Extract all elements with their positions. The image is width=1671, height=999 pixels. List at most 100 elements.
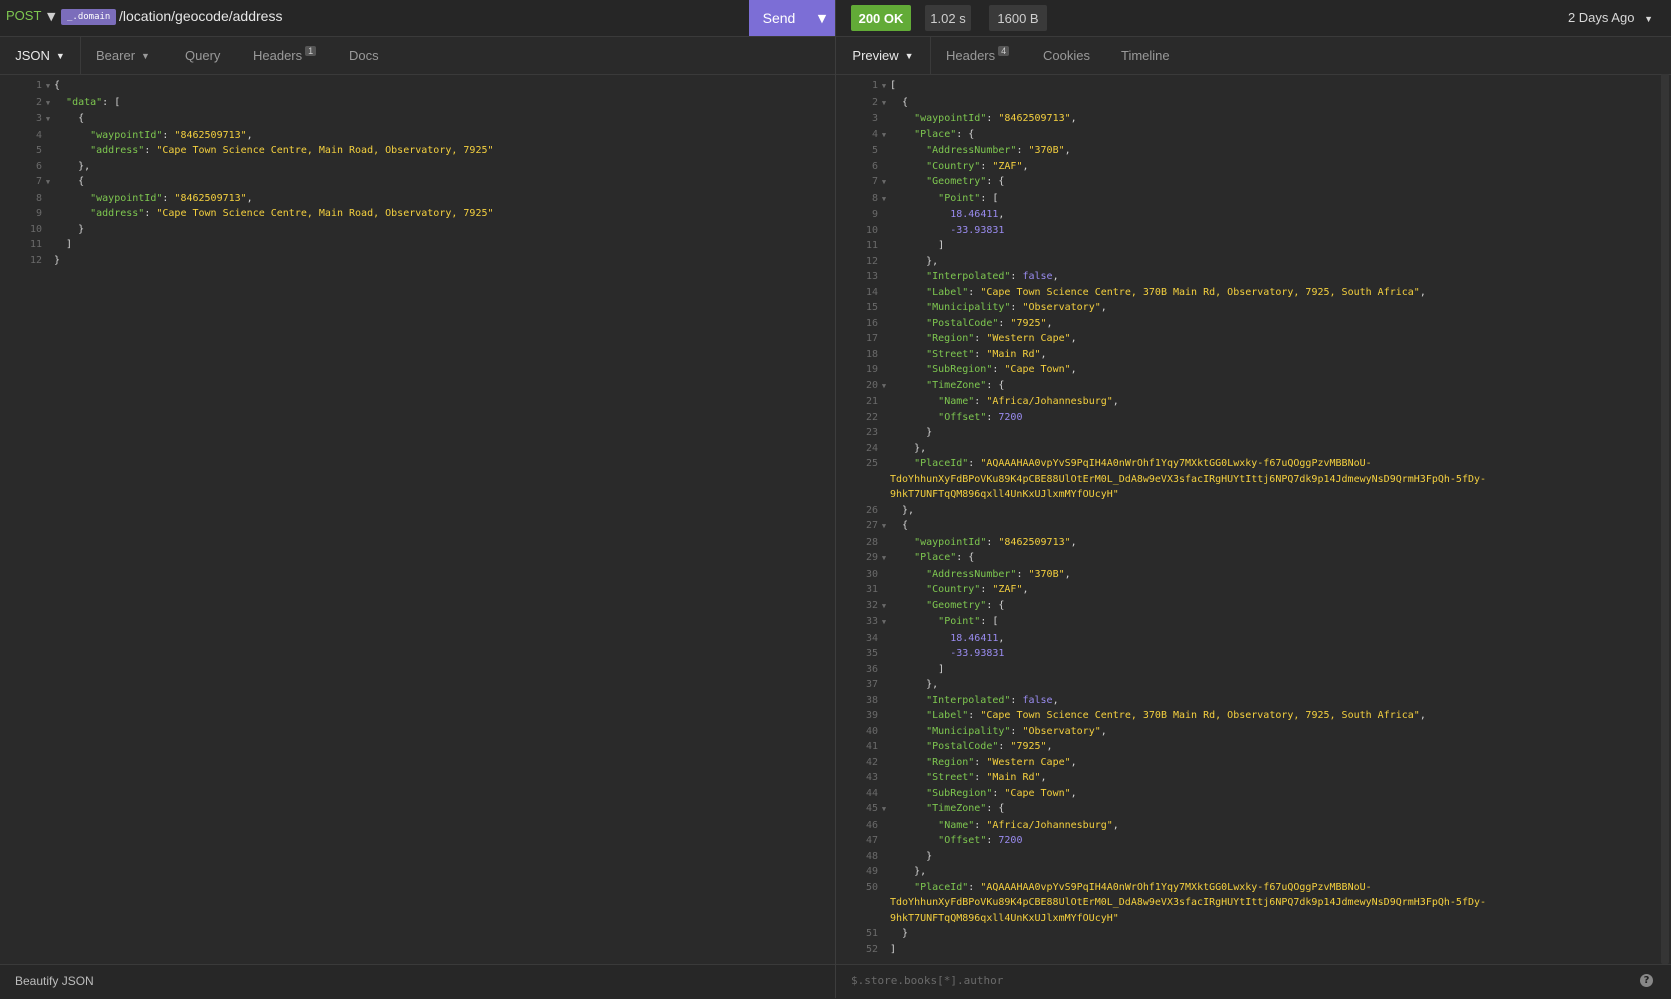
json-punctuation: } <box>890 850 933 862</box>
line-number: 20 <box>865 379 878 391</box>
json-punctuation <box>890 176 926 187</box>
json-punctuation: : { <box>956 128 975 140</box>
json-punctuation: , <box>1064 145 1071 156</box>
json-key: "Name" <box>938 396 975 407</box>
code-line: 16 "PostalCode": "7925", <box>836 316 1656 332</box>
line-number: 44 <box>865 787 878 799</box>
json-string: "8462509713" <box>174 129 247 141</box>
fold-toggle-icon[interactable]: ▼ <box>878 615 890 631</box>
fold-toggle-icon[interactable]: ▼ <box>878 79 890 95</box>
json-punctuation: , <box>1070 787 1077 799</box>
code-line: 43 "Street": "Main Rd", <box>836 770 1656 786</box>
method-selector[interactable]: POST <box>6 8 41 23</box>
tab-query[interactable]: Query <box>185 37 220 74</box>
environment-variable-tag[interactable]: _.domain <box>61 9 117 25</box>
json-punctuation: ] <box>54 239 73 250</box>
url-input[interactable]: /location/geocode/address <box>119 8 282 24</box>
json-key: "SubRegion" <box>926 787 993 799</box>
json-punctuation <box>890 695 926 706</box>
tab-body[interactable]: JSON ▼ <box>0 37 81 74</box>
fold-toggle-icon[interactable]: ▼ <box>878 379 890 395</box>
json-punctuation <box>890 757 926 768</box>
json-punctuation <box>890 145 926 156</box>
line-number: 7 <box>871 176 878 187</box>
json-punctuation <box>890 287 926 298</box>
json-punctuation <box>890 772 926 783</box>
fold-toggle-icon[interactable]: ▼ <box>42 112 54 128</box>
json-key: "AddressNumber" <box>926 568 1017 580</box>
json-punctuation: : <box>992 364 1005 375</box>
json-key: "PostalCode" <box>926 741 999 752</box>
tab-docs[interactable]: Docs <box>349 37 379 74</box>
json-punctuation <box>54 130 90 141</box>
json-punctuation: : <box>974 348 987 360</box>
history-dropdown[interactable]: 2 Days Ago ▼ <box>1568 10 1653 25</box>
line-number: 41 <box>865 741 878 752</box>
json-punctuation: : <box>968 881 981 893</box>
json-punctuation: [ <box>890 80 897 91</box>
json-punctuation: : <box>1010 694 1023 706</box>
json-string: "ZAF" <box>992 584 1023 595</box>
fold-toggle-icon[interactable]: ▼ <box>878 519 890 535</box>
fold-toggle-icon[interactable]: ▼ <box>878 599 890 615</box>
json-string: "Cape Town Science Centre, 370B Main Rd,… <box>980 710 1420 721</box>
json-punctuation: , <box>246 129 253 141</box>
response-preview[interactable]: 1 ▼[2 ▼ {3 "waypointId": "8462509713", 4 ▼ "… <box>836 78 1656 957</box>
chevron-down-icon[interactable]: ▼ <box>47 10 55 23</box>
tab-cookies[interactable]: Cookies <box>1043 37 1090 74</box>
line-number: 12 <box>865 255 878 267</box>
send-button[interactable]: Send <box>749 0 809 36</box>
fold-toggle-icon[interactable]: ▼ <box>878 96 890 112</box>
fold-toggle-icon[interactable]: ▼ <box>878 802 890 818</box>
json-string: "Western Cape" <box>986 333 1071 344</box>
response-filter-input[interactable]: $.store.books[*].author <box>851 974 1003 987</box>
tab-headers[interactable]: Headers 1 <box>253 37 317 74</box>
json-punctuation <box>890 537 914 548</box>
json-key: "PostalCode" <box>926 317 999 329</box>
tab-timeline[interactable]: Timeline <box>1121 37 1170 74</box>
json-punctuation: : { <box>986 176 1005 187</box>
line-number: 52 <box>865 943 878 955</box>
fold-toggle-icon[interactable]: ▼ <box>42 79 54 95</box>
headers-count-badge: 1 <box>305 45 317 56</box>
tab-docs-label: Docs <box>349 48 379 63</box>
response-scrollbar[interactable] <box>1661 74 1669 964</box>
help-icon[interactable]: ? <box>1640 974 1653 987</box>
json-punctuation: } <box>54 254 61 266</box>
json-punctuation: { <box>890 520 909 531</box>
code-line: 1 ▼{ <box>0 78 835 95</box>
json-boolean: false <box>1022 694 1053 706</box>
json-punctuation: , <box>1040 348 1047 360</box>
json-punctuation: , <box>1070 364 1077 375</box>
request-body-editor[interactable]: 1 ▼{2 ▼ "data": [3 ▼ {4 "waypointId": "8462… <box>0 78 835 268</box>
json-key: "TimeZone" <box>926 803 987 814</box>
fold-toggle-icon[interactable]: ▼ <box>42 175 54 191</box>
fold-toggle-icon[interactable]: ▼ <box>42 96 54 112</box>
line-number: 3 <box>871 113 878 124</box>
code-line: 10 -33.93831 <box>836 223 1656 239</box>
json-punctuation <box>890 600 926 611</box>
fold-toggle-icon[interactable]: ▼ <box>878 192 890 208</box>
code-line: 37 }, <box>836 677 1656 693</box>
tab-auth[interactable]: Bearer ▼ <box>96 37 150 74</box>
json-key: "Geometry" <box>926 599 987 611</box>
tab-preview[interactable]: Preview ▼ <box>836 37 931 74</box>
json-number: 7200 <box>998 411 1023 423</box>
json-punctuation: } <box>890 928 909 939</box>
code-line: 14 "Label": "Cape Town Science Centre, 3… <box>836 285 1656 301</box>
json-punctuation: }, <box>890 679 939 690</box>
line-number: 9 <box>871 209 878 220</box>
tab-response-headers[interactable]: Headers 4 <box>946 37 1010 74</box>
fold-toggle-icon[interactable]: ▼ <box>878 175 890 191</box>
fold-toggle-icon[interactable]: ▼ <box>878 128 890 144</box>
json-punctuation <box>890 835 938 846</box>
code-line: 10 } <box>0 222 835 238</box>
fold-toggle-icon[interactable]: ▼ <box>878 551 890 567</box>
json-punctuation <box>890 302 926 313</box>
line-number: 32 <box>865 599 878 611</box>
json-boolean: false <box>1022 271 1053 282</box>
code-line: 5 "address": "Cape Town Science Centre, … <box>0 143 835 159</box>
beautify-json-button[interactable]: Beautify JSON <box>15 974 94 988</box>
chevron-down-icon[interactable]: ▼ <box>809 0 835 36</box>
json-key: "Street" <box>926 772 975 783</box>
